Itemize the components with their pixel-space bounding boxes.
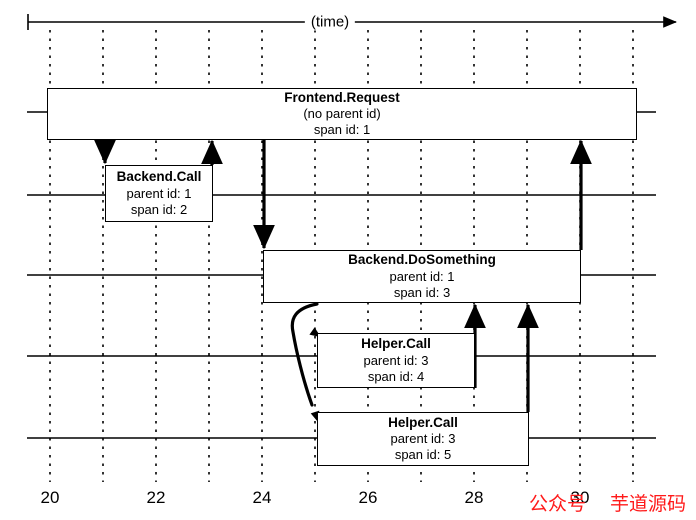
curved-arrow-dosomething-forks-helpers xyxy=(290,302,319,407)
span-title: Backend.Call xyxy=(116,169,202,185)
span-title: Helper.Call xyxy=(388,414,458,430)
trace-timeline-diagram: 20 22 24 26 28 30 (time) Frontend.Request (no … xyxy=(0,0,696,520)
span-box-5[interactable]: Helper.Call parent id: 3 span id: 5 xyxy=(317,412,529,466)
span-parent-id: (no parent id) xyxy=(303,106,381,122)
span-id: span id: 2 xyxy=(130,201,188,217)
span-id: span id: 1 xyxy=(313,122,371,138)
span-id: span id: 5 xyxy=(394,447,452,463)
span-title: Helper.Call xyxy=(361,336,431,352)
time-tick-label: 20 xyxy=(40,488,60,507)
span-box-2[interactable]: Backend.Call parent id: 1 span id: 2 xyxy=(105,165,213,222)
span-box-4[interactable]: Helper.Call parent id: 3 span id: 4 xyxy=(317,333,475,388)
watermark-text-2: 芋道源码 xyxy=(610,493,687,515)
time-tick-label: 26 xyxy=(358,488,378,507)
span-box-1[interactable]: Frontend.Request (no parent id) span id: 1 xyxy=(47,88,637,140)
span-parent-id: parent id: 3 xyxy=(390,431,456,447)
time-tick-label: 24 xyxy=(252,488,272,507)
span-id: span id: 3 xyxy=(393,284,451,300)
span-box-3[interactable]: Backend.DoSomething parent id: 1 span id: … xyxy=(263,250,581,303)
span-parent-id: parent id: 1 xyxy=(389,268,455,284)
span-parent-id: parent id: 1 xyxy=(126,185,192,201)
watermark-text-1: 公众号 xyxy=(529,493,587,515)
span-title: Backend.DoSomething xyxy=(348,252,496,268)
span-title: Frontend.Request xyxy=(284,89,400,105)
span-parent-id: parent id: 3 xyxy=(363,352,429,368)
span-id: span id: 4 xyxy=(367,368,425,384)
time-axis-label: (time) xyxy=(304,13,356,31)
time-tick-label: 22 xyxy=(146,488,166,507)
time-tick-label: 28 xyxy=(464,488,484,507)
